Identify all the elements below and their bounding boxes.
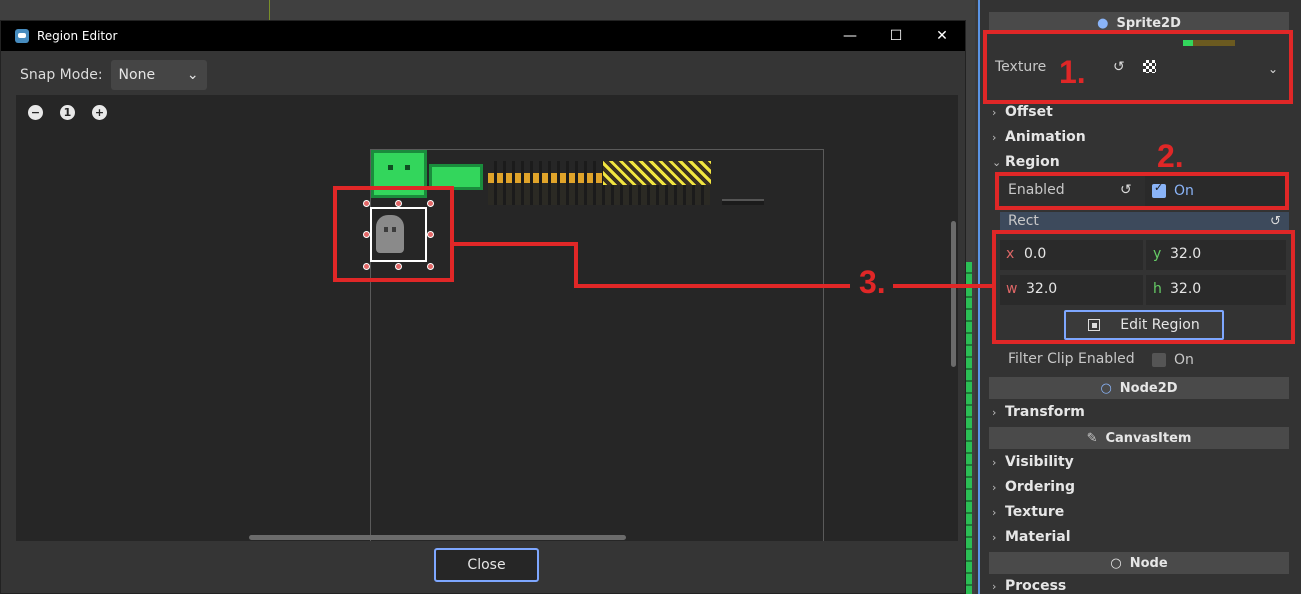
vertical-scrollbar[interactable]: [951, 221, 956, 367]
section-title: Node: [1129, 555, 1168, 571]
group-visibility[interactable]: › Visibility: [992, 454, 1074, 470]
minimize-button[interactable]: —: [827, 21, 873, 51]
section-title: CanvasItem: [1105, 430, 1192, 446]
section-title: Sprite2D: [1116, 15, 1181, 31]
filter-clip-label: Filter Clip Enabled: [1008, 351, 1135, 367]
horizontal-scrollbar[interactable]: [16, 535, 958, 541]
section-canvasitem: ✎ CanvasItem: [989, 427, 1289, 449]
section-node2d: ○ Node2D: [989, 377, 1289, 399]
annotation-connector: [452, 242, 578, 246]
snap-mode-value: None: [118, 67, 156, 83]
group-animation[interactable]: › Animation: [992, 129, 1086, 145]
filter-clip-checkbox[interactable]: [1152, 353, 1166, 367]
filter-clip-value: On: [1174, 352, 1194, 368]
pencil-icon: ✎: [1086, 430, 1098, 446]
sprite2d-icon: ●: [1097, 15, 1109, 31]
node-icon: ○: [1110, 555, 1122, 571]
reset-icon[interactable]: ↺: [1270, 214, 1281, 229]
chevron-down-icon: ⌄: [186, 67, 199, 83]
annotation-connector: [893, 284, 994, 288]
dialog-titlebar[interactable]: Region Editor — ☐ ✕: [1, 21, 965, 51]
group-material[interactable]: › Material: [992, 529, 1071, 545]
zoom-reset-icon[interactable]: 1: [60, 105, 75, 120]
node2d-icon: ○: [1100, 380, 1112, 396]
sprite-yellow-frames: [603, 161, 711, 185]
annotation-box-selection: [333, 186, 454, 282]
tilemap-edge-right: [966, 262, 972, 594]
group-region[interactable]: ⌄ Region: [992, 154, 1060, 170]
rect-label: Rect: [1008, 213, 1039, 229]
annotation-box-2: [995, 172, 1289, 210]
annotation-box-1: [983, 30, 1293, 104]
close-button[interactable]: Close: [434, 548, 539, 582]
group-transform[interactable]: › Transform: [992, 404, 1085, 420]
dialog-title: Region Editor: [37, 29, 118, 43]
annotation-connector: [574, 242, 578, 288]
group-texture[interactable]: › Texture: [992, 504, 1064, 520]
annotation-connector: [574, 284, 850, 288]
group-process[interactable]: › Process: [992, 578, 1066, 594]
annotation-label-2: 2.: [1157, 138, 1184, 174]
sprite-dark-bar: [722, 199, 764, 205]
annotation-label-1: 1.: [1059, 54, 1086, 90]
guide-line: [269, 0, 270, 20]
section-title: Node2D: [1119, 380, 1178, 396]
annotation-label-3: 3.: [859, 264, 886, 300]
close-window-button[interactable]: ✕: [919, 21, 965, 51]
zoom-out-icon[interactable]: −: [28, 105, 43, 120]
zoom-in-icon[interactable]: +: [92, 105, 107, 120]
snap-mode-label: Snap Mode:: [20, 67, 103, 83]
snap-mode-select[interactable]: None ⌄: [110, 60, 207, 90]
godot-icon: [15, 29, 29, 43]
region-canvas[interactable]: − 1 +: [16, 95, 958, 541]
annotation-box-3: [992, 230, 1295, 344]
maximize-button[interactable]: ☐: [873, 21, 919, 51]
group-offset[interactable]: › Offset: [992, 104, 1053, 120]
group-ordering[interactable]: › Ordering: [992, 479, 1075, 495]
section-node: ○ Node: [989, 552, 1289, 574]
region-editor-dialog: Region Editor — ☐ ✕ Snap Mode: None ⌄ − …: [0, 20, 966, 594]
